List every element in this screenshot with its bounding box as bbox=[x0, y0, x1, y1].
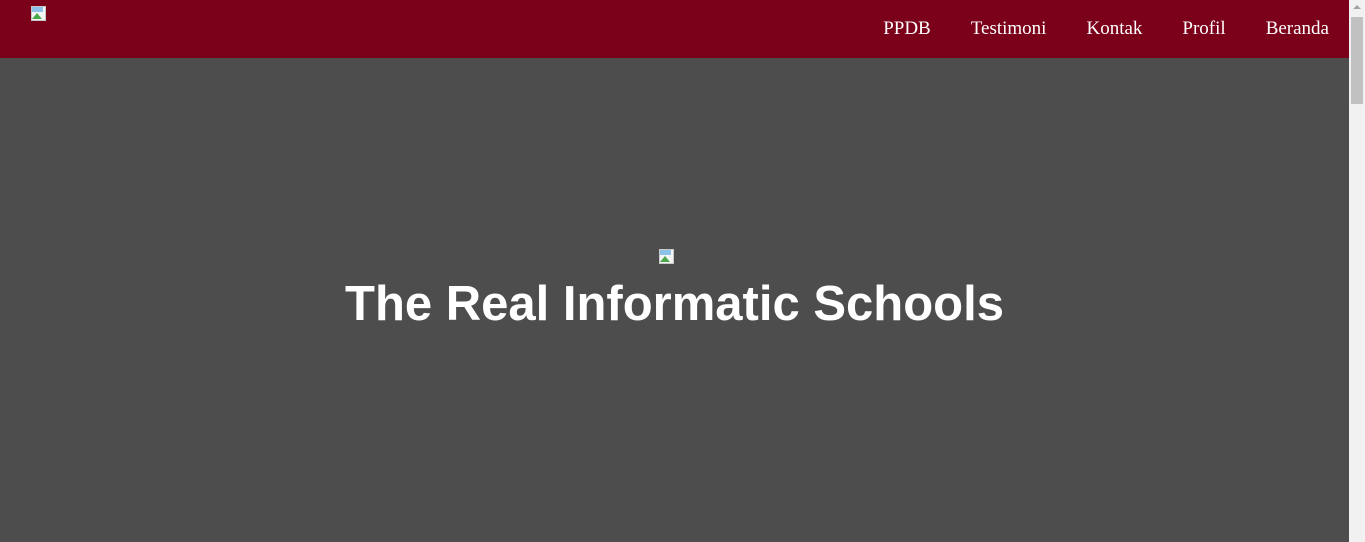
nav-item-profil: Profil bbox=[1182, 0, 1225, 58]
scroll-up-arrow-icon[interactable] bbox=[1353, 5, 1361, 9]
vertical-scrollbar[interactable] bbox=[1349, 0, 1365, 542]
nav-link-beranda[interactable]: Beranda bbox=[1266, 18, 1329, 39]
nav-link-ppdb[interactable]: PPDB bbox=[883, 18, 931, 39]
hero-title: The Real Informatic Schools bbox=[345, 277, 1004, 331]
nav-item-testimoni: Testimoni bbox=[971, 0, 1047, 58]
nav-link-profil[interactable]: Profil bbox=[1182, 18, 1225, 39]
logo-link[interactable] bbox=[30, 5, 46, 21]
navbar: PPDB Testimoni Kontak Profil Beranda bbox=[0, 0, 1349, 58]
broken-image-icon bbox=[30, 5, 46, 21]
broken-image-icon bbox=[658, 248, 674, 264]
nav-item-kontak: Kontak bbox=[1086, 0, 1142, 58]
scrollbar-thumb[interactable] bbox=[1351, 17, 1363, 104]
hero-image bbox=[658, 248, 674, 264]
nav-link-kontak[interactable]: Kontak bbox=[1086, 18, 1142, 39]
nav-item-beranda: Beranda bbox=[1266, 0, 1329, 58]
nav-menu: PPDB Testimoni Kontak Profil Beranda bbox=[843, 0, 1329, 58]
hero-section: The Real Informatic Schools bbox=[0, 58, 1349, 542]
nav-item-ppdb: PPDB bbox=[883, 0, 931, 58]
page: PPDB Testimoni Kontak Profil Beranda The… bbox=[0, 0, 1365, 542]
nav-link-testimoni[interactable]: Testimoni bbox=[971, 18, 1047, 39]
